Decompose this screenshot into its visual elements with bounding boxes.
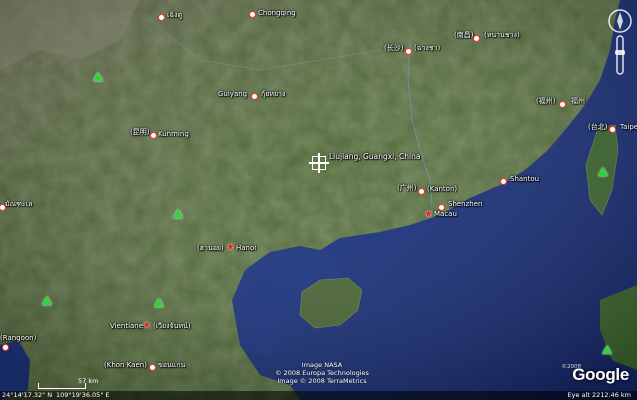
city-marker[interactable]: [251, 93, 258, 100]
placemark-target[interactable]: [309, 153, 329, 173]
city-label[interactable]: Hanoi: [236, 244, 256, 253]
mountain-peak-icon[interactable]: [602, 345, 612, 354]
city-marker[interactable]: [150, 132, 157, 139]
mountain-peak-icon[interactable]: [42, 296, 52, 305]
city-marker[interactable]: [405, 48, 412, 55]
city-label[interactable]: Guiyang: [218, 90, 247, 99]
city-label-local[interactable]: 福州: [571, 97, 585, 106]
city-marker[interactable]: [2, 344, 9, 351]
longitude-readout: 109°19'36.05" E: [56, 391, 110, 399]
city-marker[interactable]: [158, 14, 165, 21]
city-label-local[interactable]: ขอนแก่น: [158, 361, 185, 370]
city-marker[interactable]: [500, 178, 507, 185]
satellite-map[interactable]: [0, 0, 637, 400]
mountain-peak-icon[interactable]: [154, 298, 164, 307]
city-marker[interactable]: [609, 126, 616, 133]
city-marker[interactable]: [249, 11, 256, 18]
city-label-local[interactable]: (福州): [536, 97, 555, 106]
city-label-local[interactable]: (南昌): [454, 31, 473, 40]
city-label[interactable]: Chongqing: [258, 9, 296, 18]
placemark-label[interactable]: Liujiang, Guangxi, China: [329, 152, 420, 161]
city-label[interactable]: (Khon Kaen): [104, 361, 147, 370]
city-marker[interactable]: [418, 188, 425, 195]
city-marker[interactable]: [149, 364, 156, 371]
city-marker[interactable]: [473, 35, 480, 42]
city-label[interactable]: Shenzhen: [448, 200, 482, 209]
city-label-local[interactable]: เฉิงตู: [167, 11, 182, 20]
city-label[interactable]: Shantou: [510, 175, 539, 184]
city-label-local[interactable]: (长沙): [384, 44, 403, 53]
city-label[interactable]: (Kanton): [427, 185, 457, 194]
credit-terrametrics: Image © 2008 TerraMetrics: [277, 377, 367, 385]
vientiane-star-icon[interactable]: ★: [142, 321, 151, 331]
city-label[interactable]: Taipei: [620, 123, 637, 132]
credit-nasa: Image NASA: [301, 361, 343, 369]
map-viewport[interactable]: Chongqing เฉิงตู Guiyang กุ้ยหยาง (昆明) K…: [0, 0, 637, 400]
city-label-local[interactable]: (หนานชาง): [484, 31, 520, 40]
credit-europa: © 2008 Europa Technologies: [275, 369, 369, 377]
city-label[interactable]: Vientiane: [110, 322, 143, 331]
mountain-peak-icon[interactable]: [173, 209, 183, 218]
city-marker[interactable]: [559, 101, 566, 108]
city-label-local[interactable]: (ฉางชา): [414, 44, 440, 53]
imagery-credits: Image NASA © 2008 Europa Technologies Im…: [262, 361, 382, 385]
city-label-local[interactable]: มัณฑะเล: [5, 200, 32, 209]
map-haze: [0, 0, 637, 400]
city-label[interactable]: Macau: [434, 210, 457, 219]
macau-star-icon[interactable]: ★: [424, 210, 433, 220]
city-label-local[interactable]: (昆明): [130, 128, 149, 137]
eye-altitude-readout: Eye alt 2212.46 km: [567, 391, 631, 399]
city-label-local[interactable]: กุ้ยหยาง: [261, 90, 285, 99]
city-label-local[interactable]: (เวียงจันทน์): [153, 322, 191, 331]
mountain-peak-icon[interactable]: [93, 72, 103, 81]
hanoi-star-icon[interactable]: ★: [226, 243, 235, 253]
city-label-local[interactable]: (ฮานอย): [197, 244, 224, 253]
status-bar: 24°14'17.32" N 109°19'36.05" E Eye alt 2…: [0, 391, 637, 400]
scale-label: 57 km: [78, 377, 99, 385]
city-label[interactable]: Kunming: [158, 130, 189, 139]
city-label-local[interactable]: (台北): [588, 123, 607, 132]
city-label-local[interactable]: (广州): [397, 184, 416, 193]
google-logo: Google: [572, 365, 629, 384]
city-label[interactable]: (Rangoon): [0, 334, 36, 343]
mountain-peak-icon[interactable]: [598, 167, 608, 176]
latitude-readout: 24°14'17.32" N: [2, 391, 53, 399]
navigation-control[interactable]: [605, 6, 635, 78]
